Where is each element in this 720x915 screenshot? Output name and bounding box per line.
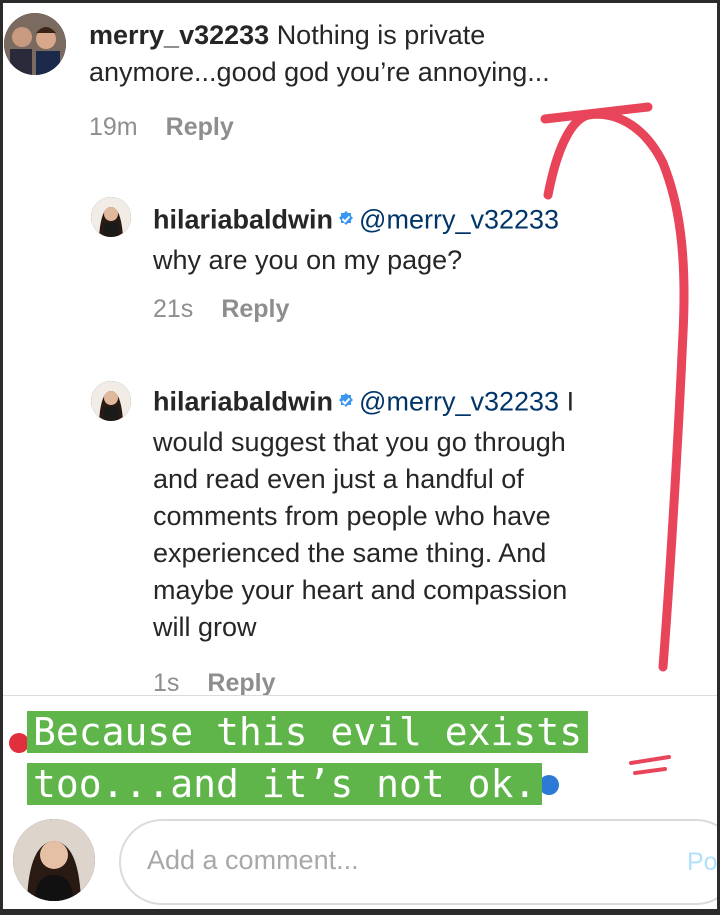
avatar[interactable] <box>91 381 131 421</box>
avatar[interactable] <box>91 197 131 237</box>
comment-username[interactable]: hilariabaldwin <box>153 387 333 417</box>
post-button[interactable]: Po <box>687 848 717 877</box>
comment-body: I <box>566 386 575 417</box>
current-user-avatar[interactable] <box>13 819 95 901</box>
comment-meta: 21s Reply <box>153 295 289 324</box>
story-text-sticker[interactable]: Because this evil exists <box>27 711 589 753</box>
comment-time: 19m <box>89 113 138 141</box>
comment-meta: 19m Reply <box>89 113 234 142</box>
comment-username[interactable]: merry_v32233 <box>89 20 269 50</box>
comment-body: and read even just a handful of <box>153 464 524 494</box>
comment-mention[interactable]: @merry_v32233 <box>359 387 559 417</box>
comment-composer[interactable]: Po <box>119 819 717 905</box>
verified-badge-icon <box>337 383 355 420</box>
comment-time: 1s <box>153 669 180 697</box>
comment-text: hilariabaldwin @merry_v32233 why are you … <box>153 201 693 279</box>
story-text-sticker[interactable]: too...and it’s not ok. <box>27 763 543 805</box>
comment-body: Nothing is private <box>276 20 486 50</box>
comment-body: will grow <box>153 612 257 642</box>
comment-username[interactable]: hilariabaldwin <box>153 205 333 235</box>
comment-body: would suggest that you go through <box>153 427 566 457</box>
comment-input[interactable] <box>147 845 647 876</box>
verified-badge-icon <box>337 201 355 238</box>
comment-body: experienced the same thing. And <box>153 538 547 568</box>
comment-body: anymore...good god you’re annoying... <box>89 57 550 87</box>
comment-text: merry_v32233 Nothing is private anymore.… <box>89 17 689 91</box>
heart-emoji-icon[interactable] <box>9 733 29 753</box>
reply-button[interactable]: Reply <box>166 113 234 141</box>
comment-mention[interactable]: @merry_v32233 <box>359 205 559 235</box>
comment-body: maybe your heart and compassion <box>153 575 568 605</box>
comment-body: comments from people who have <box>153 501 551 531</box>
comment-time: 21s <box>153 295 194 323</box>
divider <box>3 695 717 696</box>
comment-body: why are you on my page? <box>153 245 463 275</box>
instagram-comments-screen: merry_v32233 Nothing is private anymore.… <box>3 3 717 909</box>
reply-button[interactable]: Reply <box>221 295 289 323</box>
comment-meta: 1s Reply <box>153 669 276 698</box>
comment-text: hilariabaldwin @merry_v32233 I would sugg… <box>153 383 693 646</box>
reply-button[interactable]: Reply <box>207 669 275 697</box>
avatar[interactable] <box>4 13 66 75</box>
